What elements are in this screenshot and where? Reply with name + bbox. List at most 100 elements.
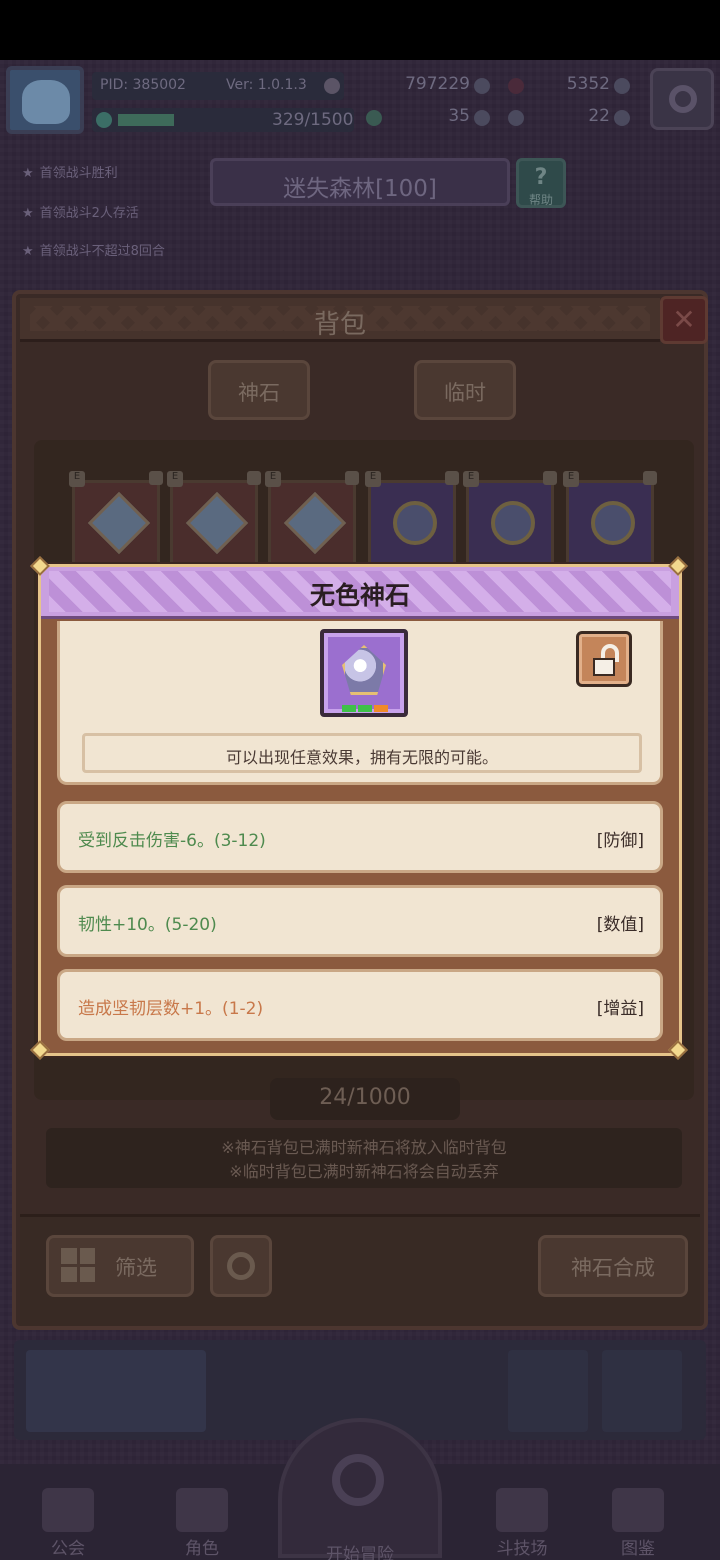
puzzle-icon [508,110,524,126]
gear-icon [669,85,697,113]
inventory-slot[interactable]: E [365,471,459,572]
puzzle-value: 22 [588,106,610,126]
quest-item: ★ 首领战斗胜利 [22,166,118,181]
nav-codex[interactable]: 图鉴 [584,1488,692,1559]
modal-title: 无色神石 [309,581,410,610]
help-button[interactable]: ? 帮助 [516,158,566,208]
exp-bar: 329/1500 [92,108,354,132]
status-bar [0,0,720,60]
star-icon: ★ [22,206,34,221]
item-description: 可以出现任意效果，拥有无限的可能。 [225,748,498,767]
inventory-slot[interactable]: E [265,471,359,572]
backpack-actions: 筛选 神石合成 [20,1214,700,1326]
equipped-badge: E [463,471,479,487]
gem-icon [283,491,347,555]
gem-icon [591,501,635,545]
equipped-badge: E [167,471,183,487]
backpack-title: 背包 [313,310,366,340]
help-label: 帮助 [528,193,553,207]
player-info: PID: 385002 Ver: 1.0.1.3 [92,72,344,100]
clover-icon [366,110,382,126]
nav-arena[interactable]: 斗技场 [468,1488,576,1559]
settings-button[interactable] [650,68,714,130]
quality-pips [342,705,390,713]
swords-icon [496,1488,548,1532]
gem-icon [491,501,535,545]
godstone-icon [320,629,408,717]
equipped-badge: E [563,471,579,487]
quest-item: ★ 首领战斗不超过8回合 [22,244,165,259]
magnifier-icon [332,1454,384,1506]
lock-icon [345,471,359,485]
godstone-detail-modal: 无色神石 可以出现任意效果，拥有无限的可能。 受到反击伤害-6。(3-12) [… [30,556,688,1060]
lock-body [593,658,615,676]
inventory-slot[interactable]: E [463,471,557,572]
gem-icon [185,491,249,555]
party-slot[interactable] [508,1350,588,1432]
notice-box: ※神石背包已满时新神石将放入临时背包 ※临时背包已满时新神石将会自动丢弃 [46,1128,682,1188]
help-icon: ? [534,165,548,190]
party-card[interactable] [26,1350,206,1432]
effect-row: 韧性+10。(5-20) [数值] [57,885,663,957]
gem-icon [614,78,630,94]
notice-line: ※临时背包已满时新神石将会自动丢弃 [229,1162,499,1181]
party-slot[interactable] [602,1350,682,1432]
ruby-icon [508,78,524,94]
merge-button[interactable]: 神石合成 [538,1235,688,1297]
tab-temporary[interactable]: 临时 [414,360,516,420]
effect-row: 造成坚韧层数+1。(1-2) [增益] [57,969,663,1041]
gem-value: 5352 [566,74,610,94]
effect-tag: [防御] [596,831,644,851]
equipped-badge: E [265,471,281,487]
effect-text: 造成坚韧层数+1。(1-2) [78,999,264,1019]
inventory-count: 24/1000 [270,1078,460,1120]
lock-icon [247,471,261,485]
gold-icon [474,78,490,94]
notice-line: ※神石背包已满时新神石将放入临时背包 [221,1138,507,1157]
grid-icon [61,1248,95,1282]
top-bar: PID: 385002 Ver: 1.0.1.3 329/1500 797229… [0,64,720,136]
lock-icon [643,471,657,485]
exp-icon [96,112,112,128]
exp-value: 329/1500 [272,110,354,130]
tab-godstone[interactable]: 神石 [208,360,310,420]
inventory-slot[interactable]: E [69,471,163,572]
nav-guild[interactable]: 公会 [14,1488,122,1559]
quest-item: ★ 首领战斗2人存活 [22,206,139,221]
star-icon: ★ [22,166,34,181]
book-icon [612,1488,664,1532]
player-id: PID: 385002 [100,77,186,93]
player-avatar[interactable] [6,66,84,134]
quality-pip [374,705,388,712]
puzzle-plus-icon [614,110,630,126]
filter-button[interactable]: 筛选 [46,1235,194,1297]
gem-icon [393,501,437,545]
clover-plus-icon [474,110,490,126]
nav-character[interactable]: 角色 [148,1488,256,1559]
gold-value: 797229 [405,74,470,94]
copy-icon[interactable] [324,78,340,94]
equipped-badge: E [69,471,85,487]
stage-banner[interactable]: 迷失森林[100] [210,158,510,206]
character-icon [176,1488,228,1532]
gem-icon [87,491,151,555]
effect-text: 受到反击伤害-6。(3-12) [78,831,266,851]
effect-row: 受到反击伤害-6。(3-12) [防御] [57,801,663,873]
exp-fill [118,114,174,126]
lock-icon [543,471,557,485]
description-box: 可以出现任意效果，拥有无限的可能。 [82,733,642,773]
stage-name: 迷失森林[100] [283,176,437,202]
star-icon: ★ [22,244,34,259]
effect-tag: [增益] [596,999,644,1019]
unlock-button[interactable] [576,631,632,687]
inventory-slot[interactable]: E [563,471,657,572]
inventory-slot[interactable]: E [167,471,261,572]
item-info-card: 可以出现任意效果，拥有无限的可能。 [57,621,663,785]
lock-icon [445,471,459,485]
version-label: Ver: 1.0.1.3 [226,77,307,93]
close-button[interactable]: ✕ [660,296,708,344]
modal-header: 无色神石 [41,567,679,619]
refresh-icon [227,1252,255,1280]
refresh-button[interactable] [210,1235,272,1297]
close-icon: ✕ [672,303,696,336]
